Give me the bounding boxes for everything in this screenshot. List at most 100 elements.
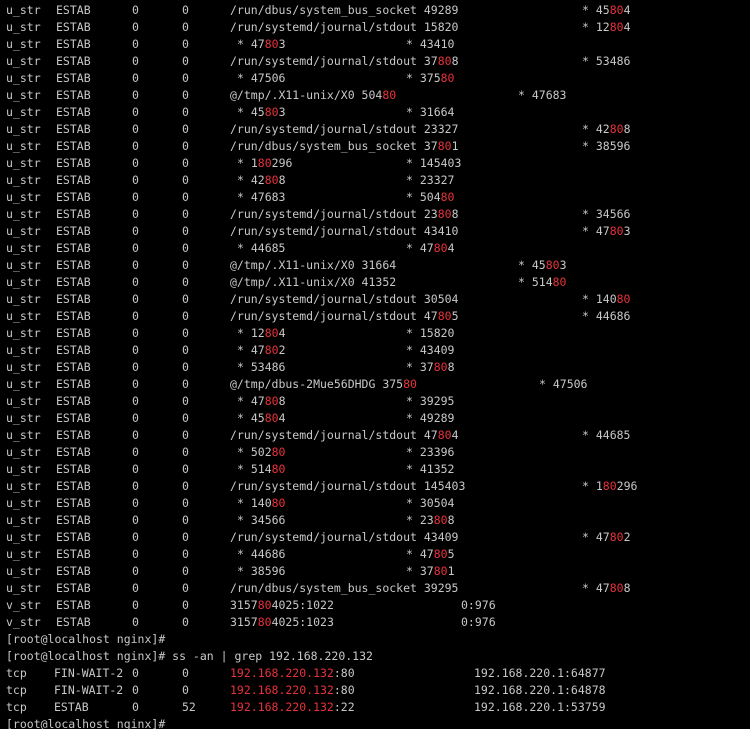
recv-q-cell: 0	[132, 598, 139, 612]
recv-q-cell: 0	[132, 547, 139, 561]
peer-address-cell: * 47804	[406, 241, 455, 255]
peer-address-cell: * 37808	[406, 360, 455, 374]
send-q-cell: 0	[182, 428, 189, 442]
state-cell: ESTAB	[56, 581, 91, 595]
recv-q-cell: 0	[132, 88, 139, 102]
local-address-cell: * 47683	[237, 190, 286, 204]
terminal-window[interactable]: u_str ESTAB 0 0/run/dbus/system_bus_socket …	[0, 0, 750, 729]
recv-q-cell: 0	[132, 292, 139, 306]
netid-cell: u_str	[6, 377, 41, 391]
send-q-cell: 0	[182, 275, 189, 289]
peer-address-cell: * 51480	[518, 275, 567, 289]
netid-cell: u_str	[6, 37, 41, 51]
send-q-cell: 0	[182, 547, 189, 561]
local-address-cell: * 45804	[237, 411, 286, 425]
recv-q-cell: 0	[132, 275, 139, 289]
state-cell: ESTAB	[56, 258, 91, 272]
recv-q-cell: 0	[132, 37, 139, 51]
state-cell: ESTAB	[56, 445, 91, 459]
final-shell-prompt-text: [root@localhost nginx]#	[6, 717, 166, 729]
netid-cell: u_str	[6, 326, 41, 340]
peer-address-cell: * 42808	[582, 122, 631, 136]
netid-cell: u_str	[6, 411, 41, 425]
local-address-cell: /run/systemd/journal/stdout 23327	[230, 122, 459, 136]
send-q-cell: 0	[182, 224, 189, 238]
netid-cell: u_str	[6, 71, 41, 85]
peer-address-cell: * 145403	[406, 156, 462, 170]
send-q-cell: 0	[182, 479, 189, 493]
local-address-cell: /run/systemd/journal/stdout 23808	[230, 207, 459, 221]
recv-q-cell: 0	[132, 224, 139, 238]
send-q-cell: 0	[182, 258, 189, 272]
recv-q-cell: 0	[132, 71, 139, 85]
state-cell: ESTAB	[56, 513, 91, 527]
send-q-cell: 0	[182, 54, 189, 68]
peer-address-cell: * 53486	[582, 54, 631, 68]
recv-q-cell: 0	[132, 190, 139, 204]
state-cell: ESTAB	[56, 615, 91, 629]
recv-q-cell: 0	[132, 462, 139, 476]
recv-q-cell: 0	[132, 207, 139, 221]
send-q-cell: 0	[182, 326, 189, 340]
peer-address-cell: 192.168.220.1:53759	[474, 700, 606, 714]
send-q-cell: 0	[182, 139, 189, 153]
send-q-cell: 0	[182, 394, 189, 408]
recv-q-cell: 0	[132, 3, 139, 17]
peer-address-cell: * 180296	[582, 479, 638, 493]
local-address-cell: * 47802	[237, 343, 286, 357]
netid-cell: u_str	[6, 207, 41, 221]
recv-q-cell: 0	[132, 445, 139, 459]
recv-q-cell: 0	[132, 411, 139, 425]
send-q-cell: 0	[182, 309, 189, 323]
peer-address-cell: * 12804	[582, 20, 631, 34]
recv-q-cell: 0	[132, 428, 139, 442]
local-address-cell: * 47808	[237, 394, 286, 408]
shell-prompt-text: [root@localhost nginx]#	[6, 632, 166, 646]
local-address-cell: @/tmp/dbus-2Mue56DHDG 37580	[230, 377, 417, 391]
peer-address-cell: * 47683	[518, 88, 567, 102]
send-q-cell: 0	[182, 581, 189, 595]
local-address-cell: /run/systemd/journal/stdout 43409	[230, 530, 459, 544]
state-cell: ESTAB	[56, 71, 91, 85]
netid-cell: tcp	[6, 700, 27, 714]
netid-cell: u_str	[6, 139, 41, 153]
netid-cell: u_str	[6, 394, 41, 408]
netid-cell: u_str	[6, 190, 41, 204]
netid-cell: u_str	[6, 3, 41, 17]
recv-q-cell: 0	[132, 343, 139, 357]
peer-address-cell: 192.168.220.1:64877	[474, 666, 606, 680]
recv-q-cell: 0	[132, 258, 139, 272]
recv-q-cell: 0	[132, 139, 139, 153]
local-address-cell: 192.168.220.132:22	[230, 700, 355, 714]
peer-address-cell: * 39295	[406, 394, 455, 408]
recv-q-cell: 0	[132, 122, 139, 136]
recv-q-cell: 0	[132, 377, 139, 391]
state-cell: ESTAB	[56, 173, 91, 187]
state-cell: ESTAB	[56, 377, 91, 391]
local-address-cell: * 53486	[237, 360, 286, 374]
send-q-cell: 0	[182, 598, 189, 612]
send-q-cell: 0	[182, 445, 189, 459]
state-cell: ESTAB	[56, 598, 91, 612]
recv-q-cell: 0	[132, 615, 139, 629]
local-address-cell: * 14080	[237, 496, 286, 510]
peer-address-cell: * 47506	[539, 377, 588, 391]
send-q-cell: 0	[182, 496, 189, 510]
local-address-cell: * 45803	[237, 105, 286, 119]
peer-address-cell: * 49289	[406, 411, 455, 425]
peer-address-cell: * 30504	[406, 496, 455, 510]
netid-cell: tcp	[6, 683, 27, 697]
state-cell: ESTAB	[56, 207, 91, 221]
recv-q-cell: 0	[132, 581, 139, 595]
netid-cell: u_str	[6, 581, 41, 595]
netid-cell: u_str	[6, 479, 41, 493]
netid-cell: u_str	[6, 105, 41, 119]
peer-address-cell: * 37801	[406, 564, 455, 578]
peer-address-cell: * 38596	[582, 139, 631, 153]
send-q-cell: 0	[182, 615, 189, 629]
netid-cell: u_str	[6, 564, 41, 578]
local-address-cell: * 34566	[237, 513, 286, 527]
recv-q-cell: 0	[132, 156, 139, 170]
peer-address-cell: * 41352	[406, 462, 455, 476]
send-q-cell: 0	[182, 462, 189, 476]
